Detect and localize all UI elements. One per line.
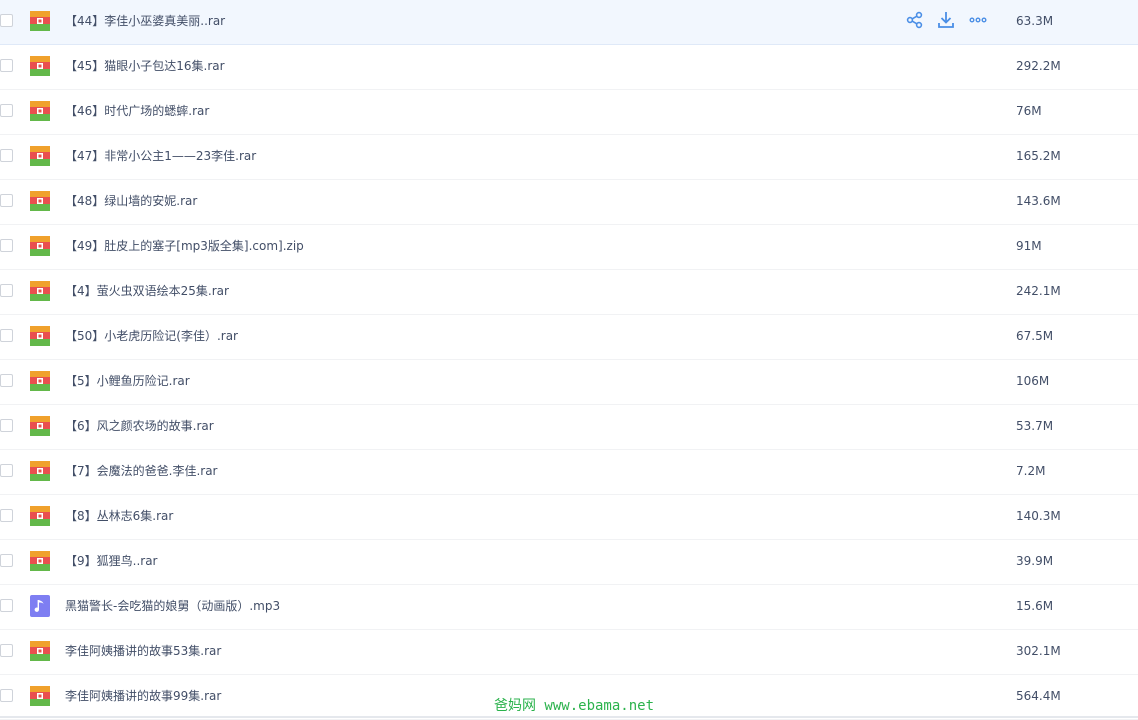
file-row[interactable]: 【9】狐狸鸟..rar 39.9M xyxy=(0,540,1138,585)
file-row[interactable]: 黑猫警长-会吃猫的娘舅（动画版）.mp3 15.6M xyxy=(0,585,1138,630)
file-size: 165.2M xyxy=(1016,149,1061,163)
file-name-link[interactable]: 黑猫警长-会吃猫的娘舅（动画版）.mp3 xyxy=(65,597,280,615)
file-name-link[interactable]: 【45】猫眼小子包达16集.rar xyxy=(65,57,225,75)
share-icon[interactable] xyxy=(905,10,925,30)
file-size: 292.2M xyxy=(1016,59,1061,73)
archive-file-icon xyxy=(30,641,50,661)
archive-file-icon xyxy=(30,281,50,301)
file-row[interactable]: 【8】丛林志6集.rar 140.3M xyxy=(0,495,1138,540)
file-size: 67.5M xyxy=(1016,329,1054,343)
file-row[interactable]: 【50】小老虎历险记(李佳）.rar 67.5M xyxy=(0,315,1138,360)
file-name-link[interactable]: 【50】小老虎历险记(李佳）.rar xyxy=(65,327,238,345)
file-name-link[interactable]: 【47】非常小公主1——23李佳.rar xyxy=(65,147,256,165)
file-checkbox[interactable] xyxy=(0,239,13,252)
archive-file-icon xyxy=(30,371,50,391)
file-row[interactable]: 【6】风之颜农场的故事.rar 53.7M xyxy=(0,405,1138,450)
file-checkbox[interactable] xyxy=(0,329,13,342)
file-row[interactable]: 【45】猫眼小子包达16集.rar 292.2M xyxy=(0,45,1138,90)
file-checkbox[interactable] xyxy=(0,104,13,117)
archive-file-icon xyxy=(30,416,50,436)
file-size: 39.9M xyxy=(1016,554,1054,568)
file-size: 302.1M xyxy=(1016,644,1061,658)
archive-file-icon xyxy=(30,686,50,706)
file-checkbox[interactable] xyxy=(0,374,13,387)
file-row[interactable]: 【44】李佳小巫婆真美丽..rar 63.3M xyxy=(0,0,1138,45)
archive-file-icon xyxy=(30,56,50,76)
file-row[interactable]: 【48】绿山墙的安妮.rar 143.6M xyxy=(0,180,1138,225)
archive-file-icon xyxy=(30,11,50,31)
file-name-link[interactable]: 【6】风之颜农场的故事.rar xyxy=(65,417,214,435)
file-row[interactable]: 【7】会魔法的爸爸.李佳.rar 7.2M xyxy=(0,450,1138,495)
file-row[interactable]: 【49】肚皮上的塞子[mp3版全集].com].zip 91M xyxy=(0,225,1138,270)
file-name-link[interactable]: 【9】狐狸鸟..rar xyxy=(65,552,158,570)
file-size: 106M xyxy=(1016,374,1050,388)
file-checkbox[interactable] xyxy=(0,419,13,432)
file-size: 143.6M xyxy=(1016,194,1061,208)
file-size: 76M xyxy=(1016,104,1042,118)
file-checkbox[interactable] xyxy=(0,689,13,702)
file-name-link[interactable]: 李佳阿姨播讲的故事53集.rar xyxy=(65,642,221,660)
audio-file-icon xyxy=(30,595,50,617)
file-checkbox[interactable] xyxy=(0,554,13,567)
file-size: 140.3M xyxy=(1016,509,1061,523)
file-name-link[interactable]: 【49】肚皮上的塞子[mp3版全集].com].zip xyxy=(65,237,304,255)
file-row[interactable]: 【46】时代广场的蟋蟀.rar 76M xyxy=(0,90,1138,135)
file-name-link[interactable]: 【8】丛林志6集.rar xyxy=(65,507,173,525)
file-checkbox[interactable] xyxy=(0,284,13,297)
file-size: 15.6M xyxy=(1016,599,1054,613)
file-name-link[interactable]: 【7】会魔法的爸爸.李佳.rar xyxy=(65,462,218,480)
file-size: 53.7M xyxy=(1016,419,1054,433)
download-icon[interactable] xyxy=(936,10,956,30)
file-row[interactable]: 李佳阿姨播讲的故事53集.rar 302.1M xyxy=(0,630,1138,675)
file-size: 7.2M xyxy=(1016,464,1046,478)
file-checkbox[interactable] xyxy=(0,149,13,162)
archive-file-icon xyxy=(30,101,50,121)
file-checkbox[interactable] xyxy=(0,194,13,207)
file-row[interactable]: 【47】非常小公主1——23李佳.rar 165.2M xyxy=(0,135,1138,180)
file-list: 【44】李佳小巫婆真美丽..rar 63.3M 【45】猫眼小子包达16集.ra… xyxy=(0,0,1138,720)
file-name-link[interactable]: 【5】小鲤鱼历险记.rar xyxy=(65,372,190,390)
file-checkbox[interactable] xyxy=(0,59,13,72)
archive-file-icon xyxy=(30,326,50,346)
more-icon[interactable] xyxy=(968,10,988,30)
file-checkbox[interactable] xyxy=(0,464,13,477)
file-size: 91M xyxy=(1016,239,1042,253)
archive-file-icon xyxy=(30,236,50,256)
archive-file-icon xyxy=(30,146,50,166)
file-checkbox[interactable] xyxy=(0,509,13,522)
file-name-link[interactable]: 【4】萤火虫双语绘本25集.rar xyxy=(65,282,229,300)
file-name-link[interactable]: 【46】时代广场的蟋蟀.rar xyxy=(65,102,209,120)
file-row[interactable]: 【5】小鲤鱼历险记.rar 106M xyxy=(0,360,1138,405)
file-checkbox[interactable] xyxy=(0,644,13,657)
file-checkbox[interactable] xyxy=(0,14,13,27)
archive-file-icon xyxy=(30,191,50,211)
file-name-link[interactable]: 【44】李佳小巫婆真美丽..rar xyxy=(65,12,225,30)
file-name-link[interactable]: 李佳阿姨播讲的故事99集.rar xyxy=(65,687,221,705)
file-size: 564.4M xyxy=(1016,689,1061,703)
file-row[interactable]: 【4】萤火虫双语绘本25集.rar 242.1M xyxy=(0,270,1138,315)
file-name-link[interactable]: 【48】绿山墙的安妮.rar xyxy=(65,192,197,210)
archive-file-icon xyxy=(30,506,50,526)
archive-file-icon xyxy=(30,461,50,481)
watermark: 爸妈网 www.ebama.net xyxy=(494,698,655,714)
file-size: 63.3M xyxy=(1016,14,1054,28)
file-checkbox[interactable] xyxy=(0,599,13,612)
archive-file-icon xyxy=(30,551,50,571)
file-size: 242.1M xyxy=(1016,284,1061,298)
